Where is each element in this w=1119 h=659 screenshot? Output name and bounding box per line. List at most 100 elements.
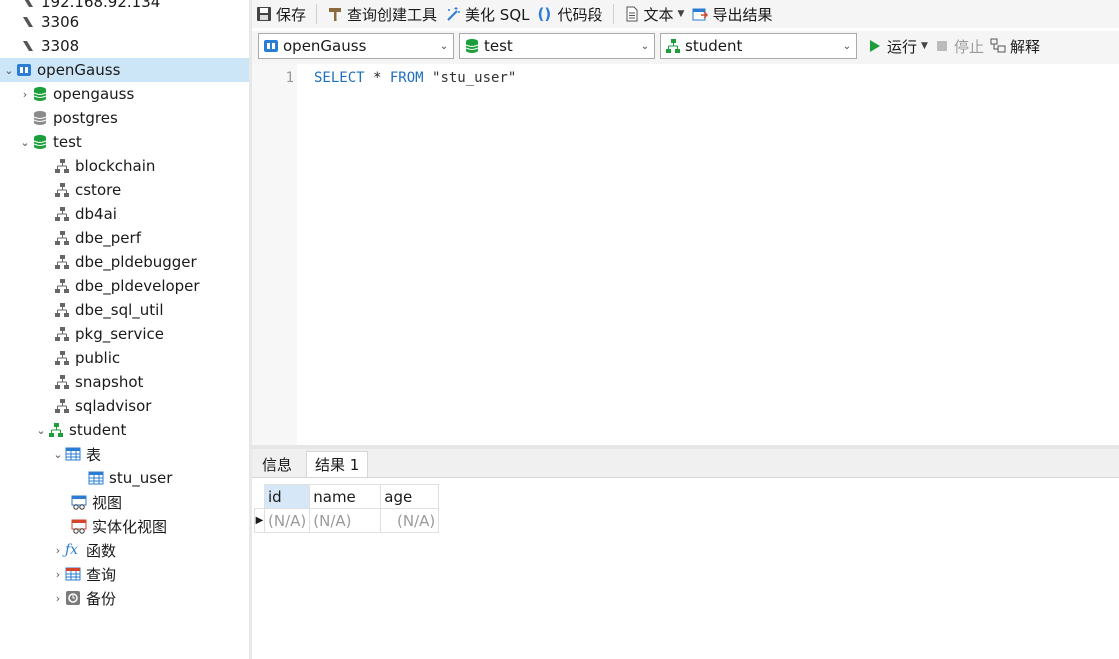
mysql-connection-icon bbox=[20, 14, 36, 30]
tree-item-table-stu-user[interactable]: stu_user bbox=[0, 466, 249, 490]
tree-item-label: db4ai bbox=[75, 205, 117, 223]
export-results-label: 导出结果 bbox=[712, 5, 773, 24]
export-results-button[interactable]: 导出结果 bbox=[688, 2, 776, 26]
schema-icon bbox=[54, 158, 70, 174]
sql-editor[interactable]: 1 SELECT * FROM "stu_user" bbox=[252, 64, 1119, 445]
tree-item-schema[interactable]: dbe_pldebugger bbox=[0, 250, 249, 274]
schema-select[interactable]: student ⌄ bbox=[660, 33, 857, 59]
tree-item-label: postgres bbox=[53, 109, 118, 127]
save-icon bbox=[256, 6, 272, 22]
code-snippet-button[interactable]: () 代码段 bbox=[534, 2, 607, 26]
chevron-right-icon[interactable]: › bbox=[51, 586, 65, 610]
chevron-down-icon: ⌄ bbox=[439, 40, 449, 52]
tree-item-schema-student[interactable]: ⌄ student bbox=[0, 418, 249, 442]
tree-item-schema[interactable]: pkg_service bbox=[0, 322, 249, 346]
database-icon bbox=[32, 110, 48, 126]
mysql-connection-icon bbox=[20, 0, 36, 10]
tree-item-db-postgres[interactable]: postgres bbox=[0, 106, 249, 130]
chevron-down-icon[interactable]: ⌄ bbox=[2, 58, 16, 82]
tree-item-schema[interactable]: blockchain bbox=[0, 154, 249, 178]
schema-icon bbox=[54, 350, 70, 366]
connection-select-value: openGauss bbox=[283, 37, 367, 55]
tree-item-label: sqladvisor bbox=[75, 397, 152, 415]
tree-item-db-opengauss[interactable]: › opengauss bbox=[0, 82, 249, 106]
table-row[interactable]: ▶ (N/A) (N/A) (N/A) bbox=[254, 508, 440, 533]
tree-item-schema[interactable]: cstore bbox=[0, 178, 249, 202]
tree-item-queries[interactable]: › 查询 bbox=[0, 562, 249, 586]
tree-item-label: openGauss bbox=[37, 61, 121, 79]
database-select[interactable]: test ⌄ bbox=[459, 33, 655, 59]
chevron-down-icon[interactable]: ⌄ bbox=[18, 130, 32, 154]
grid-cell[interactable]: (N/A) bbox=[380, 508, 440, 533]
tree-item-materialized-views[interactable]: 实体化视图 bbox=[0, 514, 249, 538]
chevron-right-icon[interactable]: › bbox=[51, 562, 65, 586]
toolbar-divider bbox=[316, 4, 318, 24]
sql-identifier: "stu_user" bbox=[423, 70, 517, 86]
schema-icon bbox=[54, 278, 70, 294]
tree-item-label: snapshot bbox=[75, 373, 144, 391]
tree-item-label: opengauss bbox=[53, 85, 135, 103]
chevron-down-icon[interactable]: ⌄ bbox=[51, 442, 65, 466]
explain-label: 解释 bbox=[1009, 37, 1040, 56]
database-icon bbox=[32, 134, 48, 150]
chevron-right-icon[interactable]: › bbox=[18, 82, 32, 106]
sql-keyword: FROM bbox=[389, 70, 424, 86]
tree-item-label: cstore bbox=[75, 181, 122, 199]
query-builder-button[interactable]: 查询创建工具 bbox=[323, 2, 441, 26]
schema-icon bbox=[48, 422, 64, 438]
tree-item-3306[interactable]: 3306 bbox=[0, 10, 249, 34]
tree-item-label: dbe_pldebugger bbox=[75, 253, 197, 271]
column-header-age[interactable]: age bbox=[380, 484, 440, 509]
grid-cell[interactable]: (N/A) bbox=[263, 508, 311, 533]
tree-item-schema[interactable]: dbe_sql_util bbox=[0, 298, 249, 322]
chevron-down-icon[interactable]: ⌄ bbox=[34, 418, 48, 442]
tree-item-3308[interactable]: 3308 bbox=[0, 34, 249, 58]
run-button[interactable]: 运行 ▼ bbox=[864, 34, 931, 58]
tab-result-1[interactable]: 结果 1 bbox=[306, 451, 369, 477]
text-mode-button[interactable]: 文本 ▼ bbox=[620, 2, 689, 26]
tree-item-label: 查询 bbox=[86, 565, 117, 584]
tree-item-schema[interactable]: snapshot bbox=[0, 370, 249, 394]
tables-icon bbox=[65, 446, 81, 462]
tree-item-label: test bbox=[53, 133, 82, 151]
tab-info[interactable]: 信息 bbox=[254, 451, 300, 477]
tree-item-label: dbe_perf bbox=[75, 229, 141, 247]
tree-item-schema[interactable]: sqladvisor bbox=[0, 394, 249, 418]
tree-item-views[interactable]: 视图 bbox=[0, 490, 249, 514]
magic-wand-icon bbox=[445, 6, 461, 22]
mysql-connection-icon bbox=[20, 38, 36, 54]
dropdown-caret-icon[interactable]: ▼ bbox=[921, 41, 928, 51]
tree-item-label: dbe_sql_util bbox=[75, 301, 164, 319]
connection-select[interactable]: openGauss ⌄ bbox=[258, 33, 454, 59]
query-builder-label: 查询创建工具 bbox=[347, 5, 438, 24]
database-icon bbox=[464, 38, 480, 54]
tree-item-label: 3308 bbox=[41, 37, 80, 55]
grid-cell[interactable]: (N/A) bbox=[309, 508, 382, 533]
beautify-sql-button[interactable]: 美化 SQL bbox=[441, 2, 533, 26]
code-snippet-label: 代码段 bbox=[557, 5, 603, 24]
save-button[interactable]: 保存 bbox=[252, 2, 310, 26]
column-header-name[interactable]: name bbox=[309, 484, 382, 509]
schema-icon bbox=[54, 230, 70, 246]
tree-item-label: student bbox=[69, 421, 127, 439]
column-header-id[interactable]: id bbox=[263, 484, 311, 509]
schema-icon bbox=[54, 206, 70, 222]
tree-item-functions[interactable]: › ƒx 函数 bbox=[0, 538, 249, 562]
chevron-right-icon[interactable]: › bbox=[51, 538, 65, 562]
tree-item-schema[interactable]: dbe_pldeveloper bbox=[0, 274, 249, 298]
sql-operator: * bbox=[364, 70, 390, 86]
tree-item-label: 表 bbox=[86, 445, 102, 464]
grid-header-row: id name age bbox=[255, 484, 440, 509]
tree-item-tables[interactable]: ⌄ 表 bbox=[0, 442, 249, 466]
tree-item-schema[interactable]: dbe_perf bbox=[0, 226, 249, 250]
stop-button[interactable]: 停止 bbox=[931, 34, 987, 58]
code-line[interactable]: SELECT * FROM "stu_user" bbox=[314, 70, 516, 86]
tree-item-schema[interactable]: db4ai bbox=[0, 202, 249, 226]
tree-item-opengauss-connection[interactable]: ⌄ openGauss bbox=[0, 58, 249, 82]
views-icon bbox=[71, 494, 87, 510]
tree-item-label: 视图 bbox=[92, 493, 123, 512]
explain-button[interactable]: 解释 bbox=[987, 34, 1043, 58]
tree-item-schema[interactable]: public bbox=[0, 346, 249, 370]
tree-item-db-test[interactable]: ⌄ test bbox=[0, 130, 249, 154]
tree-item-backups[interactable]: › 备份 bbox=[0, 586, 249, 610]
